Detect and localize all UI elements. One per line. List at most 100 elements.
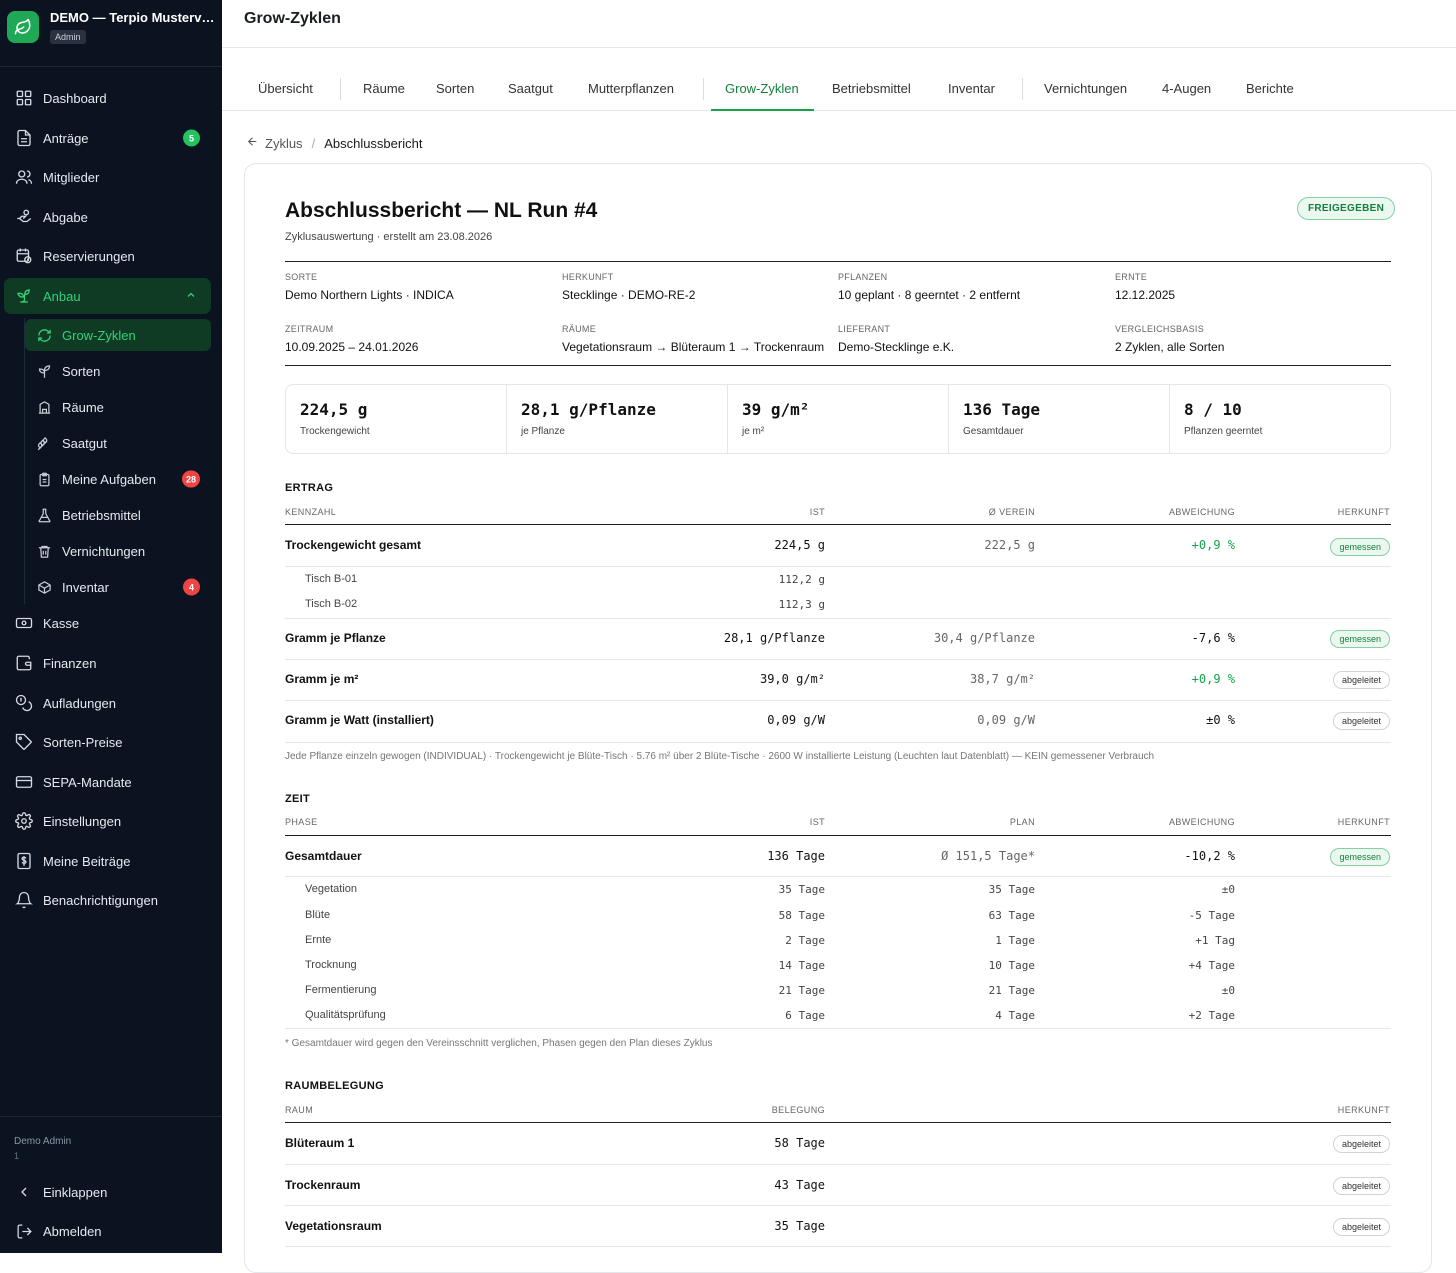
source-badge: gemessen — [1330, 630, 1390, 648]
sidebar-subitem-raeume[interactable]: Räume — [25, 391, 211, 423]
section-title-raumbelegung: RAUMBELEGUNG — [285, 1080, 384, 1092]
sidebar-subitem-grow-zyklen[interactable]: Grow-Zyklen — [25, 319, 211, 351]
report-card: Abschlussbericht — NL Run #4 Zyklusauswe… — [244, 163, 1432, 1273]
tab-4-augen[interactable]: 4-Augen — [1162, 81, 1211, 96]
tab-inventar[interactable]: Inventar — [948, 81, 995, 96]
table-cell-avg: 222,5 g — [984, 538, 1035, 552]
table-cell-deviation: +2 Tage — [1188, 1009, 1235, 1022]
table-cell-deviation: -5 Tage — [1188, 909, 1235, 922]
table-row-label: Trocknung — [305, 959, 357, 971]
divider — [285, 365, 1391, 366]
sidebar-item-dashboard[interactable]: Dashboard — [4, 80, 211, 116]
tab-grow-zyklen[interactable]: Grow-Zyklen — [725, 81, 799, 96]
trash-icon — [36, 543, 52, 559]
table-row-label: Fermentierung — [305, 984, 377, 996]
tab-saatgut[interactable]: Saatgut — [508, 81, 553, 96]
collapse-button[interactable]: Einklappen — [4, 1174, 211, 1210]
tab-betriebsmittel[interactable]: Betriebsmittel — [832, 81, 911, 96]
sidebar-subitem-inventar[interactable]: Inventar 4 — [25, 571, 211, 603]
gear-icon — [14, 811, 34, 831]
sprout-icon — [14, 286, 34, 306]
kpi-label: Gesamtdauer — [963, 426, 1024, 437]
table-row-label: Blüte — [305, 909, 331, 921]
report-title: Abschlussbericht — NL Run #4 — [285, 199, 598, 222]
sidebar-item-einstellungen[interactable]: Einstellungen — [4, 803, 211, 839]
table-cell-plan: 4 Tage — [995, 1009, 1035, 1022]
top-bar: Grow-Zyklen — [222, 0, 1456, 48]
column-header: HERKUNFT — [1337, 817, 1390, 827]
row-divider — [285, 700, 1391, 701]
logout-button[interactable]: Abmelden — [4, 1213, 211, 1249]
column-header: HERKUNFT — [1337, 507, 1390, 517]
tab-uebersicht[interactable]: Übersicht — [258, 81, 313, 96]
table-cell-deviation: +1 Tag — [1195, 934, 1235, 947]
meta-value: 10 geplant · 8 geerntet · 2 entfernt — [838, 288, 1021, 302]
table-cell-belegung: 58 Tage — [774, 1136, 825, 1150]
sidebar-subitem-betriebsmittel[interactable]: Betriebsmittel — [25, 499, 211, 531]
sidebar-item-antraege[interactable]: Anträge 5 — [4, 120, 211, 156]
tab-mutterpflanzen[interactable]: Mutterpflanzen — [588, 81, 674, 96]
leaf-logo-icon — [7, 11, 39, 43]
sidebar-item-kasse[interactable]: Kasse — [4, 605, 211, 641]
brand[interactable]: DEMO — Terpio Musterverein Admin — [7, 10, 217, 54]
meta-raeume: RÄUME Vegetationsraum → Blüteraum 1 → Tro… — [562, 324, 824, 354]
sidebar-item-mitglieder[interactable]: Mitglieder — [4, 159, 211, 195]
meta-value: Demo-Stecklinge e.K. — [838, 340, 955, 354]
brand-title: DEMO — Terpio Musterverein — [50, 10, 215, 25]
breadcrumb-back-link[interactable]: Zyklus — [265, 136, 303, 151]
sidebar-item-aufladungen[interactable]: Aufladungen — [4, 685, 211, 721]
sidebar-item-meine-beitraege[interactable]: Meine Beiträge — [4, 843, 211, 879]
source-badge: abgeleitet — [1332, 1218, 1390, 1236]
table-cell-ist: 21 Tage — [778, 984, 825, 997]
table-cell-belegung: 43 Tage — [774, 1178, 825, 1192]
sidebar-subitem-label: Saatgut — [62, 435, 107, 451]
wallet-icon — [14, 653, 34, 673]
section-title-ertrag: ERTRAG — [285, 482, 334, 494]
sidebar-subitem-vernichtungen[interactable]: Vernichtungen — [25, 535, 211, 567]
count-badge: 5 — [183, 129, 200, 147]
sidebar-item-reservierungen[interactable]: Reservierungen — [4, 238, 211, 274]
sidebar-subitem-meine-aufgaben[interactable]: Meine Aufgaben 28 — [25, 463, 211, 495]
tab-divider — [1022, 78, 1023, 100]
sidebar-item-sorten-preise[interactable]: Sorten-Preise — [4, 724, 211, 760]
chevron-left-icon — [14, 1182, 34, 1202]
sidebar-item-label: Einstellungen — [43, 813, 122, 829]
receipt-dollar-icon — [14, 851, 34, 871]
sidebar-item-benachrichtigungen[interactable]: Benachrichtigungen — [4, 882, 211, 918]
sidebar-subitem-sorten[interactable]: Sorten — [25, 355, 211, 387]
column-header: IST — [809, 507, 825, 517]
sidebar-item-anbau[interactable]: Anbau — [4, 278, 211, 314]
clipboard-icon — [36, 471, 52, 487]
source-badge: abgeleitet — [1332, 1177, 1390, 1195]
yield-footnote: Jede Pflanze einzeln gewogen (INDIVIDUAL… — [285, 751, 1155, 762]
divider — [285, 261, 1391, 262]
sidebar-subitem-saatgut[interactable]: Saatgut — [25, 427, 211, 459]
meta-pflanzen: PFLANZEN 10 geplant · 8 geerntet · 2 entf… — [838, 272, 1020, 302]
table-cell-plan: 10 Tage — [988, 959, 1035, 972]
sidebar-item-abgabe[interactable]: Abgabe — [4, 199, 211, 235]
table-cell-ist: 39,0 g/m² — [759, 672, 825, 686]
column-header: PLAN — [1009, 817, 1035, 827]
sidebar-item-label: Sorten-Preise — [43, 734, 123, 750]
meta-lieferant: LIEFERANT Demo-Stecklinge e.K. — [838, 324, 954, 354]
tab-vernichtungen[interactable]: Vernichtungen — [1044, 81, 1127, 96]
tab-sorten[interactable]: Sorten — [436, 81, 474, 96]
kpi-pflanzen-geerntet: 8 / 10 Pflanzen geerntet — [1170, 385, 1390, 453]
table-row-label: Gramm je m² — [285, 672, 359, 686]
column-header: IST — [809, 817, 825, 827]
tab-berichte[interactable]: Berichte — [1246, 81, 1294, 96]
hand-icon — [14, 207, 34, 227]
sidebar-item-label: Reservierungen — [43, 248, 135, 264]
meta-label: VERGLEICHSBASIS — [1115, 324, 1205, 334]
arrow-left-icon[interactable] — [246, 135, 259, 151]
tab-raeume[interactable]: Räume — [363, 81, 405, 96]
sidebar-item-finanzen[interactable]: Finanzen — [4, 645, 211, 681]
seed-icon — [36, 435, 52, 451]
kpi-label: Trockengewicht — [300, 426, 370, 437]
meta-label: ZEITRAUM — [285, 324, 334, 334]
sidebar-item-sepa-mandate[interactable]: SEPA-Mandate — [4, 764, 211, 800]
meta-label: LIEFERANT — [838, 324, 891, 334]
kpi-value: 224,5 g — [300, 400, 368, 419]
user-id: 1 — [14, 1151, 20, 1161]
package-icon — [36, 579, 52, 595]
